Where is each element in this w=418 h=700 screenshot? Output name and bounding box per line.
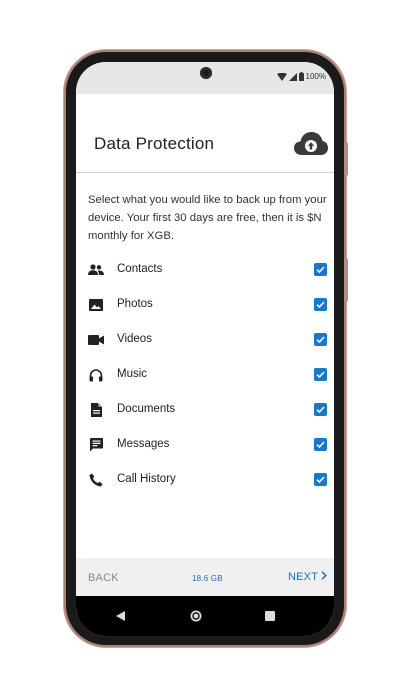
status-bar: 100% [76, 62, 334, 94]
item-label: Videos [117, 333, 152, 345]
nav-back-icon[interactable] [112, 608, 128, 624]
next-button[interactable]: NEXT [288, 571, 328, 583]
messages-icon [88, 437, 104, 453]
item-label: Documents [117, 403, 176, 415]
chevron-right-icon [321, 571, 328, 583]
call-history-icon [88, 472, 104, 488]
wifi-icon [276, 72, 287, 81]
power-button [344, 258, 348, 302]
back-button[interactable]: BACK [88, 572, 119, 584]
list-item-messages[interactable]: Messages [76, 430, 334, 460]
footer: BACK 18.6 GB NEXT [76, 558, 334, 596]
videos-icon [88, 332, 104, 348]
music-checkbox[interactable] [314, 368, 327, 381]
volume-button [344, 142, 348, 176]
contacts-icon [88, 262, 104, 278]
signal-icon [288, 72, 297, 81]
photos-icon [88, 297, 104, 313]
front-camera [200, 67, 212, 79]
item-label: Contacts [117, 263, 163, 275]
list-item-documents[interactable]: Documents [76, 395, 334, 425]
list-item-music[interactable]: Music [76, 360, 334, 390]
documents-checkbox[interactable] [314, 403, 327, 416]
documents-icon [88, 402, 104, 418]
page-title: Data Protection [94, 134, 215, 153]
photos-checkbox[interactable] [314, 298, 327, 311]
list-item-contacts[interactable]: Contacts [76, 255, 334, 285]
music-icon [88, 367, 104, 383]
item-label: Call History [117, 473, 176, 485]
videos-checkbox[interactable] [314, 333, 327, 346]
item-label: Messages [117, 438, 170, 450]
messages-checkbox[interactable] [314, 438, 327, 451]
item-label: Music [117, 368, 148, 380]
screen: 100% Data Protection Select what you wou… [76, 62, 334, 636]
stage: 100% Data Protection Select what you wou… [0, 0, 418, 700]
list-item-videos[interactable]: Videos [76, 325, 334, 355]
battery-percent: 100% [305, 72, 326, 81]
status-icons: 100% [276, 72, 326, 81]
list-item-photos[interactable]: Photos [76, 290, 334, 320]
next-button-label: NEXT [288, 571, 319, 583]
nav-home-icon[interactable] [188, 608, 204, 624]
call-history-checkbox[interactable] [314, 473, 327, 486]
header: Data Protection [76, 94, 334, 173]
nav-recents-icon[interactable] [262, 608, 278, 624]
battery-icon [298, 72, 304, 81]
storage-size: 18.6 GB [192, 574, 223, 583]
contacts-checkbox[interactable] [314, 263, 327, 276]
system-nav-bar [76, 596, 334, 636]
item-label: Photos [117, 298, 153, 310]
cloud-upload-icon [293, 130, 329, 161]
description-text: Select what you would like to back up fr… [88, 194, 327, 242]
list-item-call-history[interactable]: Call History [76, 465, 334, 495]
